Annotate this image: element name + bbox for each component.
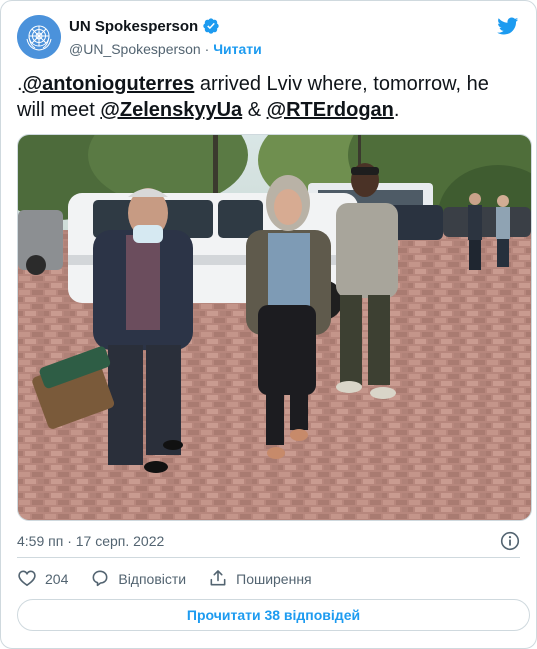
tweet-text: .@antonioguterres arrived Lviv where, to… [17, 71, 522, 123]
handle[interactable]: @UN_Spokesperson [69, 41, 201, 57]
mention-zelenskyyua[interactable]: @ZelenskyyUa [100, 99, 242, 121]
action-bar: 204 Відповісти Поширення [17, 567, 334, 591]
speech-bubble-icon [90, 568, 110, 591]
divider [17, 557, 520, 558]
timestamp-row: 4:59 пп · 17 серп. 2022 [17, 531, 520, 551]
share-upload-icon [208, 568, 228, 591]
heart-icon [17, 568, 37, 591]
like-button[interactable]: 204 [17, 568, 68, 591]
reply-button[interactable]: Відповісти [90, 568, 186, 591]
un-emblem-icon[interactable] [17, 15, 61, 59]
share-label: Поширення [236, 571, 312, 587]
read-replies-button[interactable]: Прочитати 38 відповідей [17, 599, 530, 631]
verified-badge-icon [202, 17, 220, 35]
timestamp[interactable]: 4:59 пп · 17 серп. 2022 [17, 533, 164, 549]
tweet-text-part-2: & [242, 99, 267, 121]
mention-rterdogan[interactable]: @RTErdogan [267, 99, 394, 121]
twitter-bird-icon[interactable] [495, 15, 520, 37]
tweet-photo[interactable]: UN [17, 134, 532, 521]
display-name[interactable]: UN Spokesperson [69, 18, 198, 35]
reply-label: Відповісти [118, 571, 187, 587]
separator: · [200, 41, 214, 57]
like-count: 204 [45, 571, 69, 587]
info-icon[interactable] [500, 531, 520, 551]
tweet-text-part-3: . [393, 99, 400, 121]
follow-link[interactable]: Читати [213, 41, 262, 57]
tweet-header: UN Spokesperson @UN_Spokesperson · Читат… [17, 13, 520, 61]
mention-antonioguterres[interactable]: @antonioguterres [23, 73, 195, 95]
share-button[interactable]: Поширення [208, 568, 312, 591]
account-names: UN Spokesperson @UN_Spokesperson · Читат… [69, 17, 262, 58]
tweet-card: UN Spokesperson @UN_Spokesperson · Читат… [0, 0, 537, 649]
